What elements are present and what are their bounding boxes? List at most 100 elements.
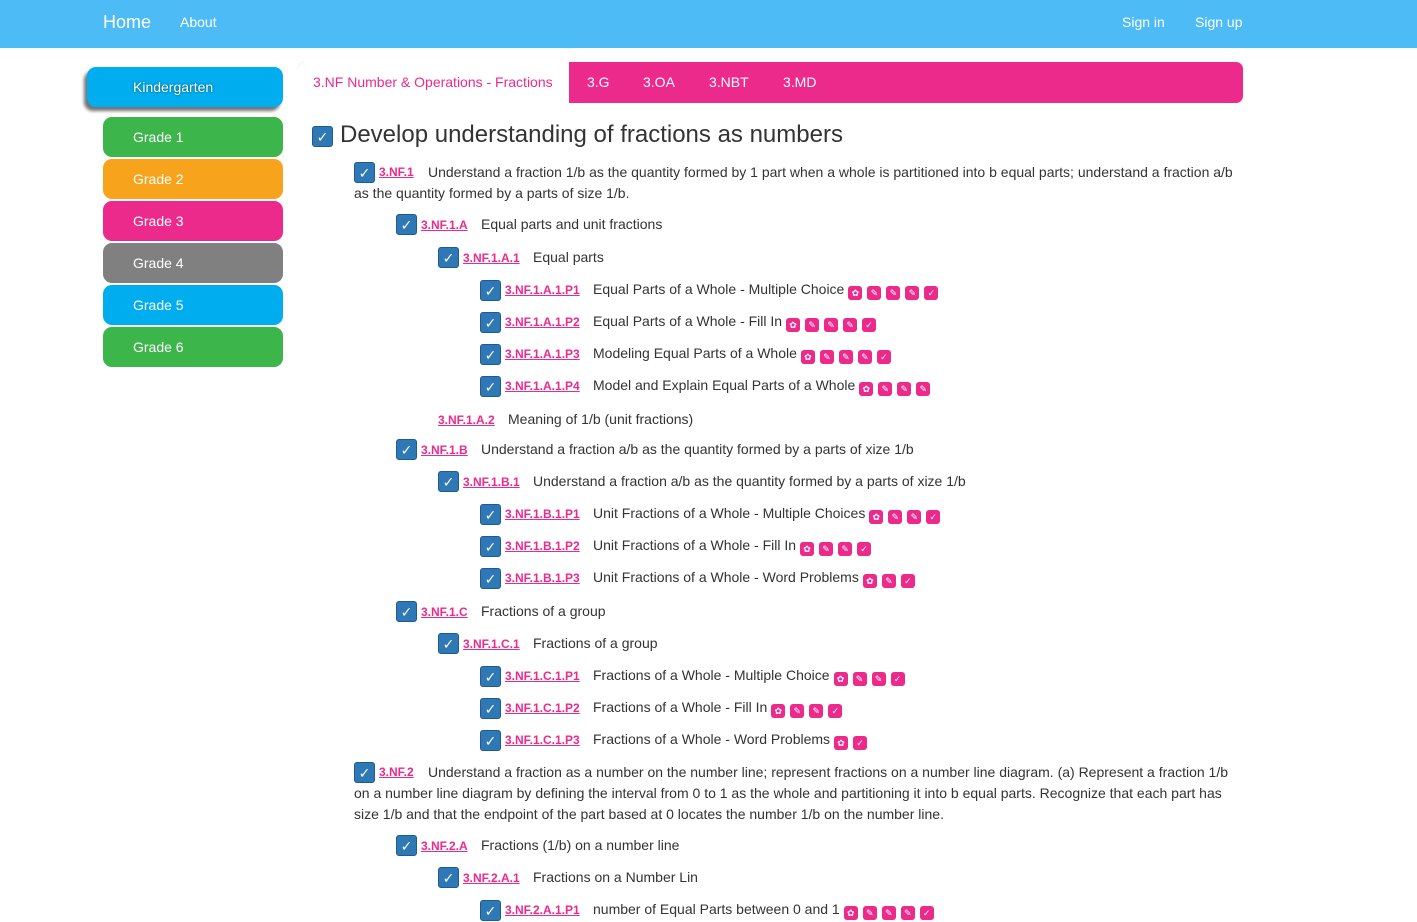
check-icon[interactable]: ✓ [862,318,877,332]
checkbox[interactable]: ✓ [396,214,417,235]
pencil-icon[interactable]: ✎ [838,542,853,556]
pencil-icon[interactable]: ✎ [881,906,896,920]
sign-in-link[interactable]: Sign in [1122,14,1165,30]
practice-code-link[interactable]: 3.NF.1.C.1.P1 [505,669,580,683]
pencil-icon[interactable]: ✎ [843,318,858,332]
standard-code-link[interactable]: 3.NF.1.C.1 [463,637,520,651]
pencil-icon[interactable]: ✎ [907,510,922,524]
check-icon[interactable]: ✓ [876,350,891,364]
pencil-icon[interactable]: ✎ [852,672,867,686]
pencil-icon[interactable]: ✎ [881,574,896,588]
checkbox[interactable]: ✓ [480,666,501,687]
standard-code-link[interactable]: 3.NF.1.A.1 [463,251,520,265]
video-icon[interactable]: ✿ [848,286,863,300]
video-icon[interactable]: ✿ [869,510,884,524]
about-link[interactable]: About [180,14,217,30]
standard-code-link[interactable]: 3.NF.1.B.1 [463,475,520,489]
checkbox[interactable]: ✓ [480,504,501,525]
video-icon[interactable]: ✿ [771,704,786,718]
pencil-icon[interactable]: ✎ [878,382,893,396]
practice-code-link[interactable]: 3.NF.1.C.1.P3 [505,733,580,747]
pencil-icon[interactable]: ✎ [867,286,882,300]
pencil-icon[interactable]: ✎ [857,350,872,364]
home-link[interactable]: Home [103,12,151,33]
tab-3g[interactable]: 3.G [587,62,610,103]
video-icon[interactable]: ✿ [843,906,858,920]
checkbox[interactable]: ✓ [480,312,501,333]
check-icon[interactable]: ✓ [853,736,868,750]
check-icon[interactable]: ✓ [924,286,939,300]
checkbox[interactable]: ✓ [480,698,501,719]
practice-code-link[interactable]: 3.NF.1.B.1.P3 [505,571,580,585]
check-icon[interactable]: ✓ [900,574,915,588]
tab-3md[interactable]: 3.MD [783,62,816,103]
practice-code-link[interactable]: 3.NF.2.A.1.P1 [505,903,580,917]
checkbox[interactable]: ✓ [480,730,501,751]
check-icon[interactable]: ✓ [890,672,905,686]
standard-code-link[interactable]: 3.NF.2.A.1 [463,871,520,885]
checkbox[interactable]: ✓ [312,126,333,147]
standard-code-link[interactable]: 3.NF.1.A.2 [438,413,495,427]
pencil-icon[interactable]: ✎ [809,704,824,718]
checkbox[interactable]: ✓ [438,633,459,654]
checkbox[interactable]: ✓ [396,439,417,460]
sidebar-item-grade-4[interactable]: Grade 4 [103,243,283,283]
check-icon[interactable]: ✓ [828,704,843,718]
tab-3nbt[interactable]: 3.NBT [709,62,749,103]
standard-code-link[interactable]: 3.NF.1.B [421,443,468,457]
checkbox[interactable]: ✓ [480,900,501,921]
sidebar-item-grade-3[interactable]: Grade 3 [103,201,283,241]
practice-code-link[interactable]: 3.NF.1.B.1.P2 [505,539,580,553]
standard-code-link[interactable]: 3.NF.2.A [421,839,468,853]
pencil-icon[interactable]: ✎ [916,382,931,396]
standard-code-link[interactable]: 3.NF.1.C [421,605,468,619]
pencil-icon[interactable]: ✎ [886,286,901,300]
checkbox[interactable]: ✓ [438,471,459,492]
practice-code-link[interactable]: 3.NF.1.A.1.P2 [505,315,580,329]
practice-code-link[interactable]: 3.NF.1.A.1.P3 [505,347,580,361]
check-icon[interactable]: ✓ [919,906,934,920]
sidebar-item-grade-5[interactable]: Grade 5 [103,285,283,325]
practice-code-link[interactable]: 3.NF.1.B.1.P1 [505,507,580,521]
pencil-icon[interactable]: ✎ [897,382,912,396]
checkbox[interactable]: ✓ [480,280,501,301]
pencil-icon[interactable]: ✎ [888,510,903,524]
tab-3nf[interactable]: 3.NF Number & Operations - Fractions [298,62,569,103]
pencil-icon[interactable]: ✎ [790,704,805,718]
pencil-icon[interactable]: ✎ [805,318,820,332]
pencil-icon[interactable]: ✎ [819,350,834,364]
video-icon[interactable]: ✿ [800,542,815,556]
video-icon[interactable]: ✿ [800,350,815,364]
practice-code-link[interactable]: 3.NF.1.A.1.P4 [505,379,580,393]
sidebar-item-kindergarten[interactable]: Kindergarten [87,67,283,107]
sign-up-link[interactable]: Sign up [1195,14,1242,30]
pencil-icon[interactable]: ✎ [819,542,834,556]
checkbox[interactable]: ✓ [480,568,501,589]
practice-code-link[interactable]: 3.NF.1.A.1.P1 [505,283,580,297]
checkbox[interactable]: ✓ [438,867,459,888]
checkbox[interactable]: ✓ [396,835,417,856]
checkbox[interactable]: ✓ [480,376,501,397]
video-icon[interactable]: ✿ [834,736,849,750]
sidebar-item-grade-1[interactable]: Grade 1 [103,117,283,157]
pencil-icon[interactable]: ✎ [871,672,886,686]
pencil-icon[interactable]: ✎ [838,350,853,364]
video-icon[interactable]: ✿ [859,382,874,396]
checkbox[interactable]: ✓ [438,247,459,268]
practice-code-link[interactable]: 3.NF.1.C.1.P2 [505,701,580,715]
checkbox[interactable]: ✓ [396,601,417,622]
video-icon[interactable]: ✿ [833,672,848,686]
standard-code-link[interactable]: 3.NF.1.A [421,218,468,232]
check-icon[interactable]: ✓ [857,542,872,556]
pencil-icon[interactable]: ✎ [862,906,877,920]
video-icon[interactable]: ✿ [862,574,877,588]
pencil-icon[interactable]: ✎ [824,318,839,332]
sidebar-item-grade-2[interactable]: Grade 2 [103,159,283,199]
pencil-icon[interactable]: ✎ [900,906,915,920]
checkbox[interactable]: ✓ [480,536,501,557]
tab-3oa[interactable]: 3.OA [643,62,675,103]
sidebar-item-grade-6[interactable]: Grade 6 [103,327,283,367]
checkbox[interactable]: ✓ [480,344,501,365]
video-icon[interactable]: ✿ [786,318,801,332]
check-icon[interactable]: ✓ [926,510,941,524]
